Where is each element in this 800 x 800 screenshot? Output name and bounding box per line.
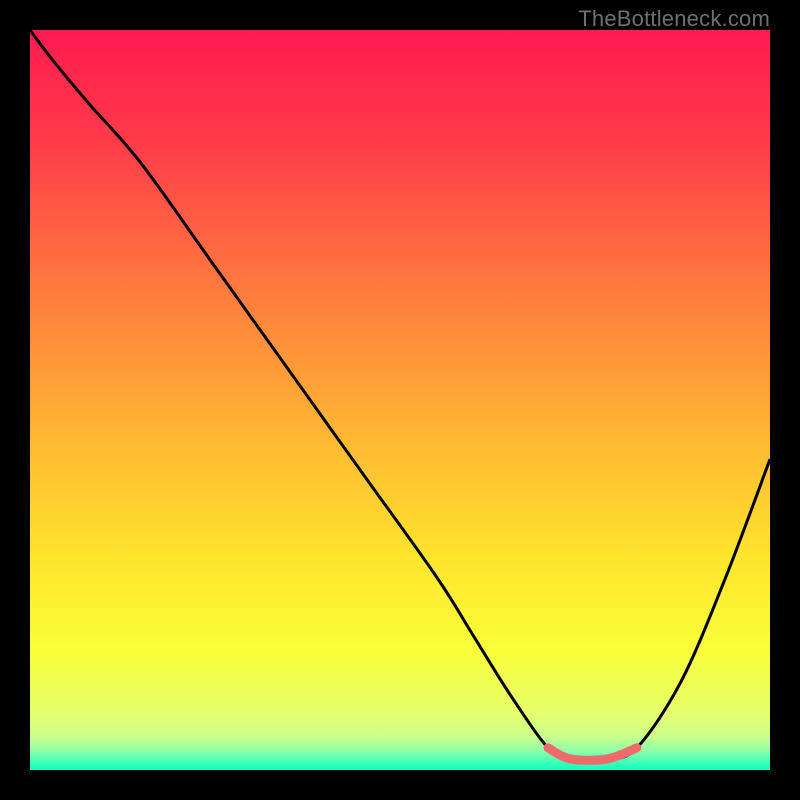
curve-path [30, 30, 770, 760]
plot-area [30, 30, 770, 770]
flat-segment-highlight [548, 748, 637, 760]
chart-frame: TheBottleneck.com [0, 0, 800, 800]
bottleneck-curve [30, 30, 770, 770]
watermark-label: TheBottleneck.com [578, 6, 770, 32]
